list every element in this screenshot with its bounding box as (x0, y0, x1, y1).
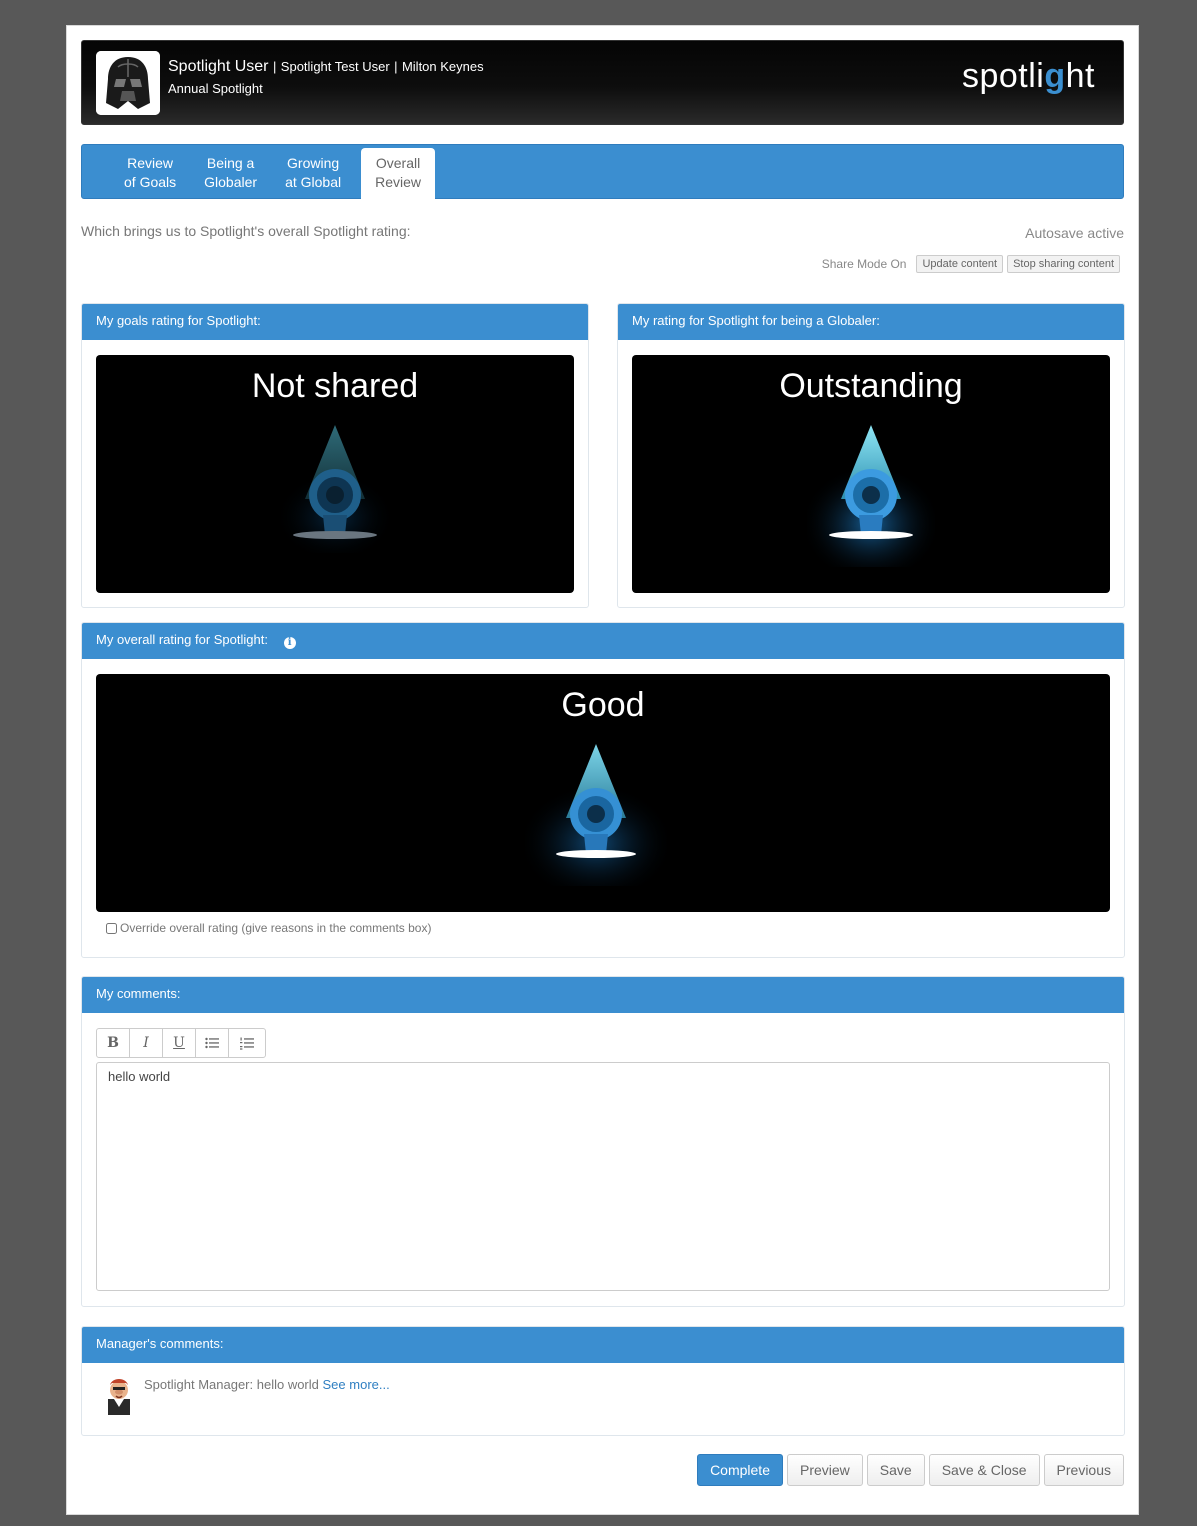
tab-being-a-globaler[interactable]: Being a Globaler (190, 148, 271, 198)
update-content-button[interactable]: Update content (916, 255, 1004, 273)
complete-button[interactable]: Complete (697, 1454, 783, 1486)
tab-label-line2: Globaler (204, 174, 258, 190)
tab-label-line1: Review (127, 155, 174, 171)
manager-comment-text: Spotlight Manager: hello world See more.… (144, 1377, 390, 1392)
manager-comment-body: Spotlight Manager: hello world (144, 1377, 319, 1392)
form-actions: Complete Preview Save Save & Close Previ… (697, 1454, 1124, 1486)
manager-comment: Spotlight Manager: hello world See more.… (102, 1375, 390, 1415)
user-info-line: Spotlight User | Spotlight Test User | M… (168, 58, 484, 76)
panel-title: My goals rating for Spotlight: (82, 304, 588, 340)
intro-text: Which brings us to Spotlight's overall S… (81, 223, 411, 239)
overall-rating-value: Good (561, 686, 645, 724)
tab-label-line1: Growing (287, 155, 340, 171)
tab-review-of-goals[interactable]: Review of Goals (110, 148, 190, 198)
override-rating-label: Override overall rating (give reasons in… (120, 921, 432, 935)
tab-label-line1: Being a (206, 155, 255, 171)
spotlight-beacon-dim-icon (275, 425, 395, 553)
underline-button[interactable]: U (163, 1029, 196, 1057)
tab-growing-at-global[interactable]: Growing at Global (271, 148, 355, 198)
share-row: Share Mode On Update content Stop sharin… (81, 255, 1124, 279)
tab-label-line1: Overall (375, 155, 421, 171)
editor-toolbar: B I U (96, 1028, 266, 1058)
panel-title: My overall rating for Spotlight: i (82, 623, 1124, 659)
numbered-list-icon (240, 1037, 254, 1050)
goals-rating-display: Not shared (96, 355, 574, 593)
globaler-rating-panel: My rating for Spotlight for being a Glob… (617, 303, 1125, 608)
logo-text-right: ht (1065, 57, 1095, 95)
panel-title: Manager's comments: (82, 1327, 1124, 1363)
user-location: Milton Keynes (401, 59, 484, 74)
bullet-list-icon (205, 1037, 219, 1049)
stop-sharing-button[interactable]: Stop sharing content (1007, 255, 1120, 273)
globaler-rating-value: Outstanding (779, 367, 963, 405)
review-type: Annual Spotlight (168, 81, 263, 96)
separator: | (394, 59, 398, 74)
preview-button[interactable]: Preview (786, 1454, 863, 1486)
bullet-list-button[interactable] (196, 1029, 229, 1057)
panel-title: My rating for Spotlight for being a Glob… (618, 304, 1124, 340)
app-header: Spotlight User | Spotlight Test User | M… (81, 40, 1124, 125)
spotlight-beacon-icon (525, 744, 667, 886)
italic-button[interactable]: I (130, 1029, 163, 1057)
bold-button[interactable]: B (97, 1029, 130, 1057)
tab-overall-review[interactable]: Overall Review (361, 148, 436, 199)
intro-row: Which brings us to Spotlight's overall S… (81, 219, 1124, 249)
my-comments-panel: My comments: B I U hello world (81, 976, 1125, 1307)
comments-editor[interactable]: hello world (96, 1062, 1110, 1291)
tab-label-line2: at Global (285, 174, 342, 190)
darth-vader-avatar-icon (96, 51, 160, 115)
manager-avatar (108, 1379, 130, 1415)
save-close-button[interactable]: Save & Close (928, 1454, 1040, 1486)
goals-rating-panel: My goals rating for Spotlight: Not share… (81, 303, 589, 608)
logo-text-left: spotli (961, 57, 1045, 95)
see-more-link[interactable]: See more... (323, 1377, 390, 1392)
logo-g-letter: g (1044, 57, 1066, 95)
globaler-rating-display: Outstanding (632, 355, 1110, 593)
page: Spotlight User | Spotlight Test User | M… (66, 25, 1139, 1515)
spotlight-beacon-icon (807, 425, 935, 567)
test-user-name: Spotlight Test User (280, 59, 390, 74)
overall-panel-title: My overall rating for Spotlight: (96, 632, 268, 647)
override-rating-option[interactable]: Override overall rating (give reasons in… (106, 921, 431, 935)
share-mode-label: Share Mode On (821, 257, 907, 271)
manager-comments-panel: Manager's comments: Spotlight Manager: h… (81, 1326, 1125, 1436)
override-rating-checkbox[interactable] (106, 922, 117, 934)
save-button[interactable]: Save (866, 1454, 925, 1486)
section-tabs: Review of Goals Being a Globaler Growing… (81, 144, 1124, 199)
overall-rating-panel: My overall rating for Spotlight: i Good (81, 622, 1125, 958)
spotlight-logo: spotlight (962, 57, 1095, 96)
user-name: Spotlight User (168, 58, 269, 75)
autosave-status: Autosave active (1025, 225, 1124, 241)
info-icon[interactable]: i (283, 637, 296, 649)
overall-rating-display: Good (96, 674, 1110, 912)
tab-label-line2: of Goals (124, 174, 177, 190)
numbered-list-button[interactable] (229, 1029, 265, 1057)
tab-label-line2: Review (375, 174, 422, 190)
previous-button[interactable]: Previous (1043, 1454, 1124, 1486)
goals-rating-value: Not shared (251, 367, 419, 405)
panel-title: My comments: (82, 977, 1124, 1013)
user-avatar (96, 51, 160, 115)
share-controls: Share Mode On Update content Stop sharin… (822, 255, 1120, 273)
content: Spotlight User | Spotlight Test User | M… (81, 40, 1124, 279)
separator: | (272, 59, 277, 74)
